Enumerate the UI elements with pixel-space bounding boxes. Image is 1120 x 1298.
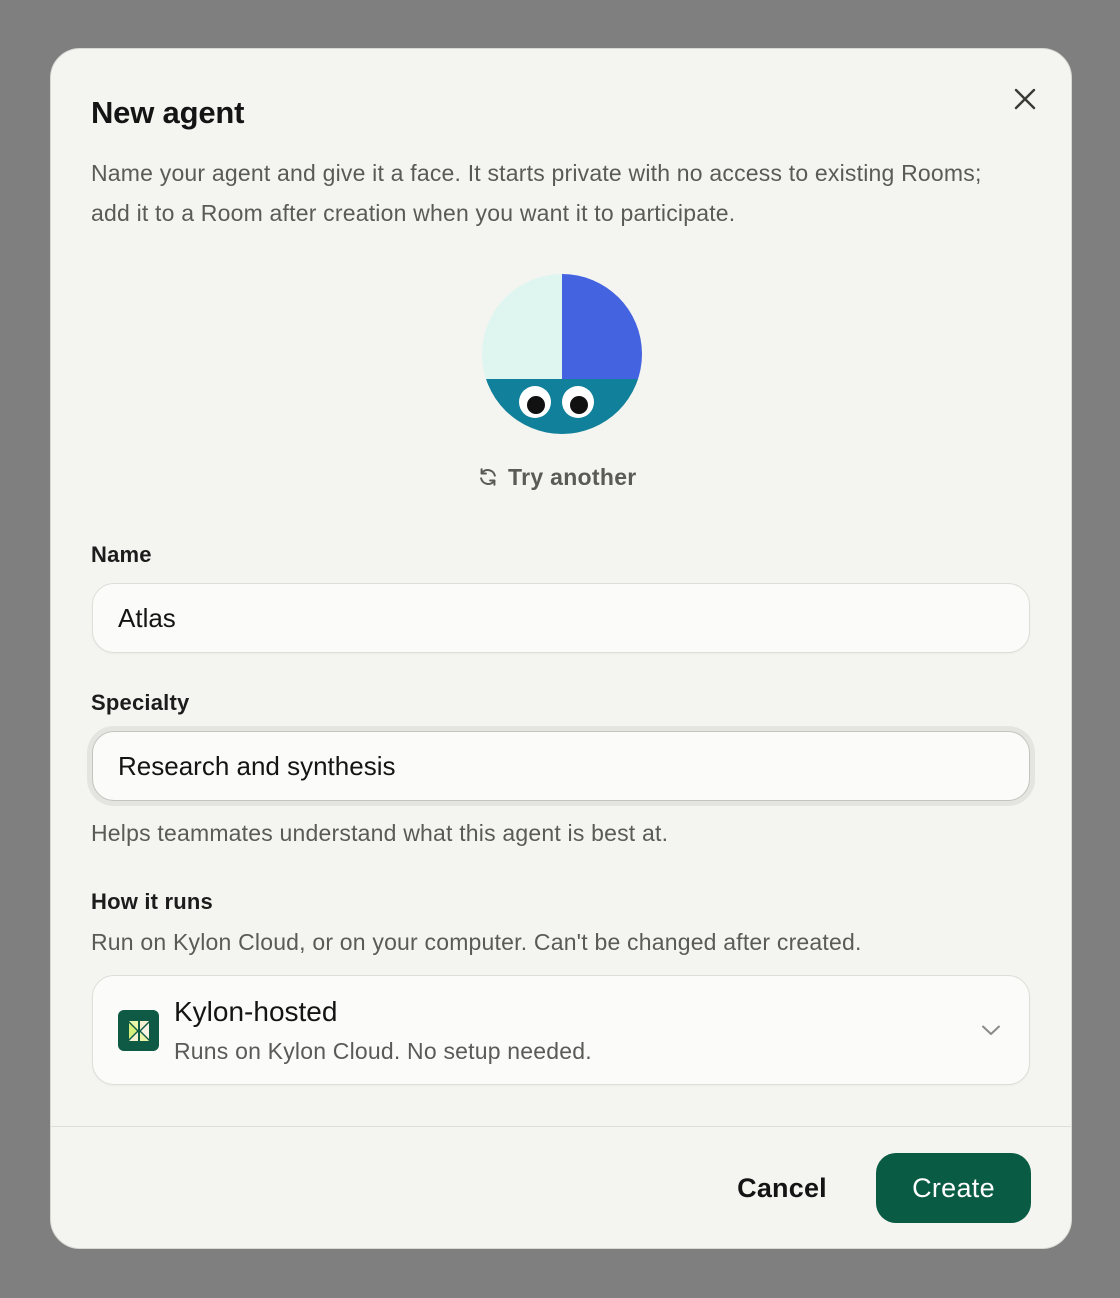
runtime-select[interactable]: Kylon-hosted Runs on Kylon Cloud. No set… bbox=[92, 975, 1030, 1085]
specialty-label: Specialty bbox=[91, 690, 190, 715]
try-another-button[interactable]: Try another bbox=[477, 459, 637, 495]
agent-avatar bbox=[482, 274, 642, 434]
avatar-bottom-segment bbox=[482, 379, 642, 434]
avatar-top-left-segment bbox=[482, 274, 562, 380]
specialty-helper-text: Helps teammates understand what this age… bbox=[91, 820, 669, 846]
close-button[interactable] bbox=[1005, 79, 1045, 119]
cancel-button[interactable]: Cancel bbox=[715, 1159, 849, 1217]
name-input[interactable] bbox=[92, 583, 1030, 653]
runtime-label: How it runs bbox=[91, 889, 213, 914]
avatar-top-right-segment bbox=[562, 274, 642, 380]
dialog-description: Name your agent and give it a face. It s… bbox=[91, 160, 982, 226]
footer-divider bbox=[51, 1126, 1071, 1127]
runtime-description: Run on Kylon Cloud, or on your computer.… bbox=[91, 929, 862, 955]
new-agent-dialog: New agent Name your agent and give it a … bbox=[50, 48, 1072, 1249]
name-label: Name bbox=[91, 542, 152, 567]
refresh-icon bbox=[480, 468, 496, 486]
close-icon bbox=[1014, 88, 1036, 110]
specialty-input[interactable] bbox=[92, 731, 1030, 801]
try-another-label: Try another bbox=[508, 463, 637, 490]
runtime-selected-title: Kylon-hosted bbox=[174, 996, 338, 1027]
runtime-selected-subtitle: Runs on Kylon Cloud. No setup needed. bbox=[174, 1038, 592, 1064]
create-button[interactable]: Create bbox=[876, 1153, 1031, 1223]
kylon-logo-icon bbox=[118, 1010, 159, 1051]
dialog-title: New agent bbox=[91, 95, 245, 130]
chevron-down-icon bbox=[982, 1025, 1000, 1035]
